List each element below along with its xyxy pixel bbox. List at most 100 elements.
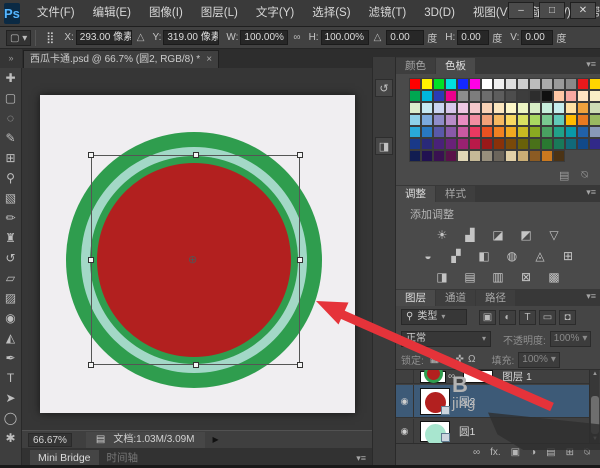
color-swatch[interactable] xyxy=(445,114,457,126)
color-swatch[interactable] xyxy=(469,150,481,162)
color-swatch[interactable] xyxy=(433,138,445,150)
color-swatch[interactable] xyxy=(469,138,481,150)
tab-channels[interactable]: 通道 xyxy=(436,290,475,306)
invert-icon[interactable]: ◨ xyxy=(432,268,452,285)
color-swatch[interactable] xyxy=(481,78,493,90)
transform-center-point[interactable]: ⊕ xyxy=(188,253,197,266)
fill-input[interactable]: 100%▾ xyxy=(518,352,560,368)
color-swatch[interactable] xyxy=(481,102,493,114)
color-swatch[interactable] xyxy=(529,126,541,138)
color-swatch[interactable] xyxy=(589,114,600,126)
color-swatch[interactable] xyxy=(541,138,553,150)
handle-top-center[interactable] xyxy=(193,152,199,158)
menu-item-3d[interactable]: 3D(D) xyxy=(415,0,464,27)
color-swatch[interactable] xyxy=(493,138,505,150)
toolbar-collapse-icon[interactable]: » xyxy=(0,49,22,68)
document-close-icon[interactable]: × xyxy=(206,51,212,68)
color-swatch[interactable] xyxy=(493,78,505,90)
layer-row-tulayer1[interactable]: ∞ 图层 1 xyxy=(396,370,589,384)
layer-thumbnail[interactable] xyxy=(420,388,450,415)
menu-item-layer[interactable]: 图层(L) xyxy=(192,0,247,27)
layer-style-icon[interactable]: fx. xyxy=(490,447,501,458)
filter-adjustment-layers-icon[interactable]: ◐ xyxy=(499,310,516,325)
color-swatch[interactable] xyxy=(421,78,433,90)
adjustments-panel-menu-icon[interactable]: ▾≡ xyxy=(586,187,596,198)
color-balance-icon[interactable]: ▞ xyxy=(446,247,466,264)
gradient-map-icon[interactable]: ▩ xyxy=(544,268,564,285)
hue-saturation-icon[interactable]: ◒ xyxy=(418,247,438,264)
color-swatch[interactable] xyxy=(445,90,457,102)
brightness-contrast-icon[interactable]: ☀ xyxy=(432,226,452,243)
color-swatch[interactable] xyxy=(577,102,589,114)
relative-position-icon[interactable]: △ xyxy=(137,32,145,43)
angle-input[interactable]: 0.00 xyxy=(386,30,424,45)
color-swatch[interactable] xyxy=(481,150,493,162)
color-swatch[interactable] xyxy=(565,126,577,138)
handle-bottom-right[interactable] xyxy=(297,362,303,368)
color-swatch[interactable] xyxy=(505,90,517,102)
color-swatch[interactable] xyxy=(409,114,421,126)
color-swatch[interactable] xyxy=(577,90,589,102)
lock-transparent-icon[interactable]: ▦ xyxy=(430,354,439,365)
y-input[interactable]: 319.00 像素 xyxy=(163,30,219,45)
color-swatch[interactable] xyxy=(469,90,481,102)
color-swatch[interactable] xyxy=(529,102,541,114)
color-swatch[interactable] xyxy=(553,114,565,126)
color-swatch[interactable] xyxy=(469,102,481,114)
menu-item-select[interactable]: 选择(S) xyxy=(303,0,359,27)
blend-mode-select[interactable]: 正常 ▾ xyxy=(401,331,491,347)
color-swatch[interactable] xyxy=(421,126,433,138)
color-swatch[interactable] xyxy=(517,150,529,162)
clone-stamp-tool[interactable]: ♜ xyxy=(0,228,21,248)
ellipse-tool[interactable]: ◯ xyxy=(0,408,21,428)
layers-panel-menu-icon[interactable]: ▾≡ xyxy=(586,291,596,302)
x-input[interactable]: 293.00 像素 xyxy=(76,30,132,45)
color-swatch[interactable] xyxy=(565,90,577,102)
color-swatch[interactable] xyxy=(589,102,600,114)
eyedropper-tool[interactable]: ⚲ xyxy=(0,168,21,188)
quick-selection-tool[interactable]: ✎ xyxy=(0,128,21,148)
menu-item-image[interactable]: 图像(I) xyxy=(140,0,192,27)
color-swatch[interactable] xyxy=(565,138,577,150)
color-swatch[interactable] xyxy=(433,150,445,162)
filter-pixel-layers-icon[interactable]: ▣ xyxy=(479,310,496,325)
handle-bottom-center[interactable] xyxy=(193,362,199,368)
color-swatch[interactable] xyxy=(541,114,553,126)
curves-icon[interactable]: ◪ xyxy=(488,226,508,243)
zoom-level-input[interactable]: 66.67% xyxy=(28,433,72,447)
selective-color-icon[interactable]: ⊠ xyxy=(516,268,536,285)
color-swatch[interactable] xyxy=(457,78,469,90)
crop-tool[interactable]: ⊞ xyxy=(0,148,21,168)
tool-preset-picker[interactable]: ▢ ▾ xyxy=(6,30,31,46)
menu-item-edit[interactable]: 编辑(E) xyxy=(84,0,140,27)
maximize-button[interactable]: □ xyxy=(539,2,565,19)
properties-panel-icon[interactable]: ◨ xyxy=(375,137,393,155)
menu-item-filter[interactable]: 滤镜(T) xyxy=(360,0,416,27)
visibility-toggle[interactable] xyxy=(396,370,414,383)
pen-tool[interactable]: ✒ xyxy=(0,348,21,368)
color-swatch[interactable] xyxy=(565,102,577,114)
lock-position-icon[interactable]: ✜ xyxy=(456,354,464,365)
color-swatch[interactable] xyxy=(517,78,529,90)
delete-swatch-icon[interactable]: ⍉ xyxy=(581,169,588,182)
color-swatch[interactable] xyxy=(445,138,457,150)
color-swatch[interactable] xyxy=(469,126,481,138)
color-swatch[interactable] xyxy=(445,126,457,138)
color-swatch[interactable] xyxy=(409,90,421,102)
color-swatch[interactable] xyxy=(577,78,589,90)
color-swatch[interactable] xyxy=(505,150,517,162)
color-swatch[interactable] xyxy=(469,78,481,90)
vibrance-icon[interactable]: ▽ xyxy=(544,226,564,243)
color-swatch[interactable] xyxy=(577,126,589,138)
color-swatch[interactable] xyxy=(421,102,433,114)
tab-layers[interactable]: 图层 xyxy=(396,290,435,306)
color-swatch[interactable] xyxy=(481,90,493,102)
color-swatch[interactable] xyxy=(421,138,433,150)
color-swatch[interactable] xyxy=(541,90,553,102)
color-swatch[interactable] xyxy=(493,150,505,162)
color-swatch[interactable] xyxy=(493,102,505,114)
filter-shape-layers-icon[interactable]: ▭ xyxy=(539,310,556,325)
color-swatch[interactable] xyxy=(541,126,553,138)
brush-tool[interactable]: ✏ xyxy=(0,208,21,228)
move-tool[interactable]: ✚ xyxy=(0,68,21,88)
